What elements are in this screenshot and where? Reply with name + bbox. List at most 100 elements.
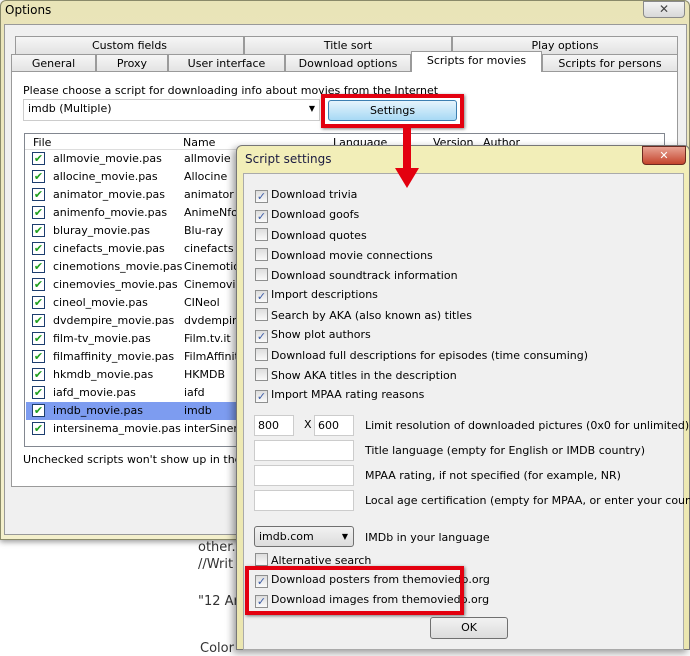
script-name: AnimeNfo [184,206,238,219]
background-text: //Writ [198,557,234,572]
checkbox-icon[interactable]: ✓ [255,190,268,203]
checkbox-icon[interactable]: ✓ [255,390,268,403]
script-checkbox[interactable]: ✔ [32,206,45,219]
option-label: Import MPAA rating reasons [271,388,425,401]
option-checkbox[interactable]: Download movie connections [255,248,433,262]
checkbox-icon[interactable] [255,248,268,261]
script-checkbox[interactable]: ✔ [32,332,45,345]
option-checkbox[interactable]: ✓ Import MPAA rating reasons [255,388,424,403]
script-checkbox[interactable]: ✔ [32,224,45,237]
script-combo[interactable]: imdb (Multiple) ▼ [23,99,320,121]
checkbox-icon[interactable]: ✓ [255,330,268,343]
option-checkbox[interactable]: Search by AKA (also known as) titles [255,308,472,322]
note-text: Unchecked scripts won't show up in the d… [23,453,270,466]
script-file: cinefacts_movie.pas [53,242,165,255]
age-certification-input[interactable] [254,490,354,511]
script-file: allocine_movie.pas [53,170,158,183]
script-name: Blu-ray [184,224,224,237]
arrow-icon [395,124,419,188]
resolution-width-input[interactable]: 800 [254,415,294,436]
option-label: Show AKA titles in the description [271,369,457,382]
script-checkbox[interactable]: ✔ [32,422,45,435]
option-checkbox[interactable]: Download soundtrack information [255,268,458,282]
script-checkbox[interactable]: ✔ [32,152,45,165]
highlight-box [245,566,464,615]
script-checkbox[interactable]: ✔ [32,170,45,183]
script-combo-value: imdb (Multiple) [28,102,112,115]
imdb-site-dropdown[interactable]: imdb.com ▼ [254,526,354,547]
option-checkbox[interactable]: ✓ Download goofs [255,208,359,223]
tab-scripts-for-persons[interactable]: Scripts for persons [542,54,678,72]
script-checkbox[interactable]: ✔ [32,260,45,273]
script-name: imdb [184,404,212,417]
option-checkbox[interactable]: Alternative search [255,553,371,567]
tab-custom-fields[interactable]: Custom fields [15,36,244,54]
checkbox-icon[interactable]: ✓ [255,290,268,303]
option-checkbox[interactable]: Show AKA titles in the description [255,368,457,382]
script-file: cinemotions_movie.pas [53,260,183,273]
option-label: Download goofs [271,208,360,221]
resolution-label: Limit resolution of downloaded pictures … [365,419,690,432]
column-file[interactable]: File [33,136,51,149]
close-icon[interactable]: ✕ [643,1,685,18]
option-checkbox[interactable]: ✓ Show plot authors [255,328,371,343]
checkbox-icon[interactable] [255,348,268,361]
script-checkbox[interactable]: ✔ [32,404,45,417]
option-checkbox[interactable]: Download full descriptions for episodes … [255,348,588,362]
window-title: Options [5,3,52,17]
tab-scripts-for-movies[interactable]: Scripts for movies [411,51,542,72]
script-file: animator_movie.pas [53,188,166,201]
background-text: "12 Ar [198,594,239,609]
option-label: Download quotes [271,229,367,242]
option-checkbox[interactable]: ✓ Download trivia [255,188,357,203]
tab-download-options[interactable]: Download options [285,54,411,72]
option-label: Search by AKA (also known as) titles [271,309,472,322]
resolution-separator: X [304,418,312,431]
tab-proxy[interactable]: Proxy [96,54,168,72]
script-checkbox[interactable]: ✔ [32,188,45,201]
age-certification-label: Local age certification (empty for MPAA,… [365,494,690,507]
option-label: Download soundtrack information [271,269,458,282]
script-checkbox[interactable]: ✔ [32,296,45,309]
tab-general[interactable]: General [11,54,96,72]
script-file: film-tv_movie.pas [53,332,151,345]
checkbox-icon[interactable] [255,308,268,321]
checkbox-icon[interactable] [255,553,268,566]
ok-button[interactable]: OK [430,617,508,639]
script-file: filmaffinity_movie.pas [53,350,175,363]
script-checkbox[interactable]: ✔ [32,386,45,399]
tab-user-interface[interactable]: User interface [168,54,285,72]
script-name: iafd [184,386,205,399]
title-language-label: Title language (empty for English or IMD… [365,444,646,457]
column-name[interactable]: Name [183,136,215,149]
script-file: animenfo_movie.pas [53,206,168,219]
dropdown-arrow-icon: ▼ [308,104,315,113]
checkbox-icon[interactable] [255,268,268,281]
title-language-input[interactable] [254,440,354,461]
option-checkbox[interactable]: Download quotes [255,228,367,242]
script-checkbox[interactable]: ✔ [32,314,45,327]
script-name: Film.tv.it [184,332,231,345]
script-checkbox[interactable]: ✔ [32,350,45,363]
settings-button[interactable]: Settings [328,100,457,121]
option-checkbox[interactable]: ✓ Import descriptions [255,288,378,303]
close-icon[interactable]: ✕ [642,146,686,165]
background-text: other. [198,540,236,555]
script-checkbox[interactable]: ✔ [32,278,45,291]
script-file: iafd_movie.pas [53,386,136,399]
script-name: Allocine [184,170,228,183]
checkbox-icon[interactable]: ✓ [255,210,268,223]
script-checkbox[interactable]: ✔ [32,242,45,255]
script-file: dvdempire_movie.pas [53,314,175,327]
option-label: Download trivia [271,188,358,201]
resolution-height-input[interactable]: 600 [314,415,354,436]
script-file: intersinema_movie.pas [53,422,181,435]
dropdown-arrow-icon: ▼ [341,532,348,541]
option-label: Download movie connections [271,249,433,262]
mpaa-rating-input[interactable] [254,465,354,486]
checkbox-icon[interactable] [255,368,268,381]
script-checkbox[interactable]: ✔ [32,368,45,381]
script-settings-dialog: Script settings ✕ ✓ Download trivia ✓ Downl… [236,145,690,650]
checkbox-icon[interactable] [255,228,268,241]
script-name: animator [184,188,234,201]
